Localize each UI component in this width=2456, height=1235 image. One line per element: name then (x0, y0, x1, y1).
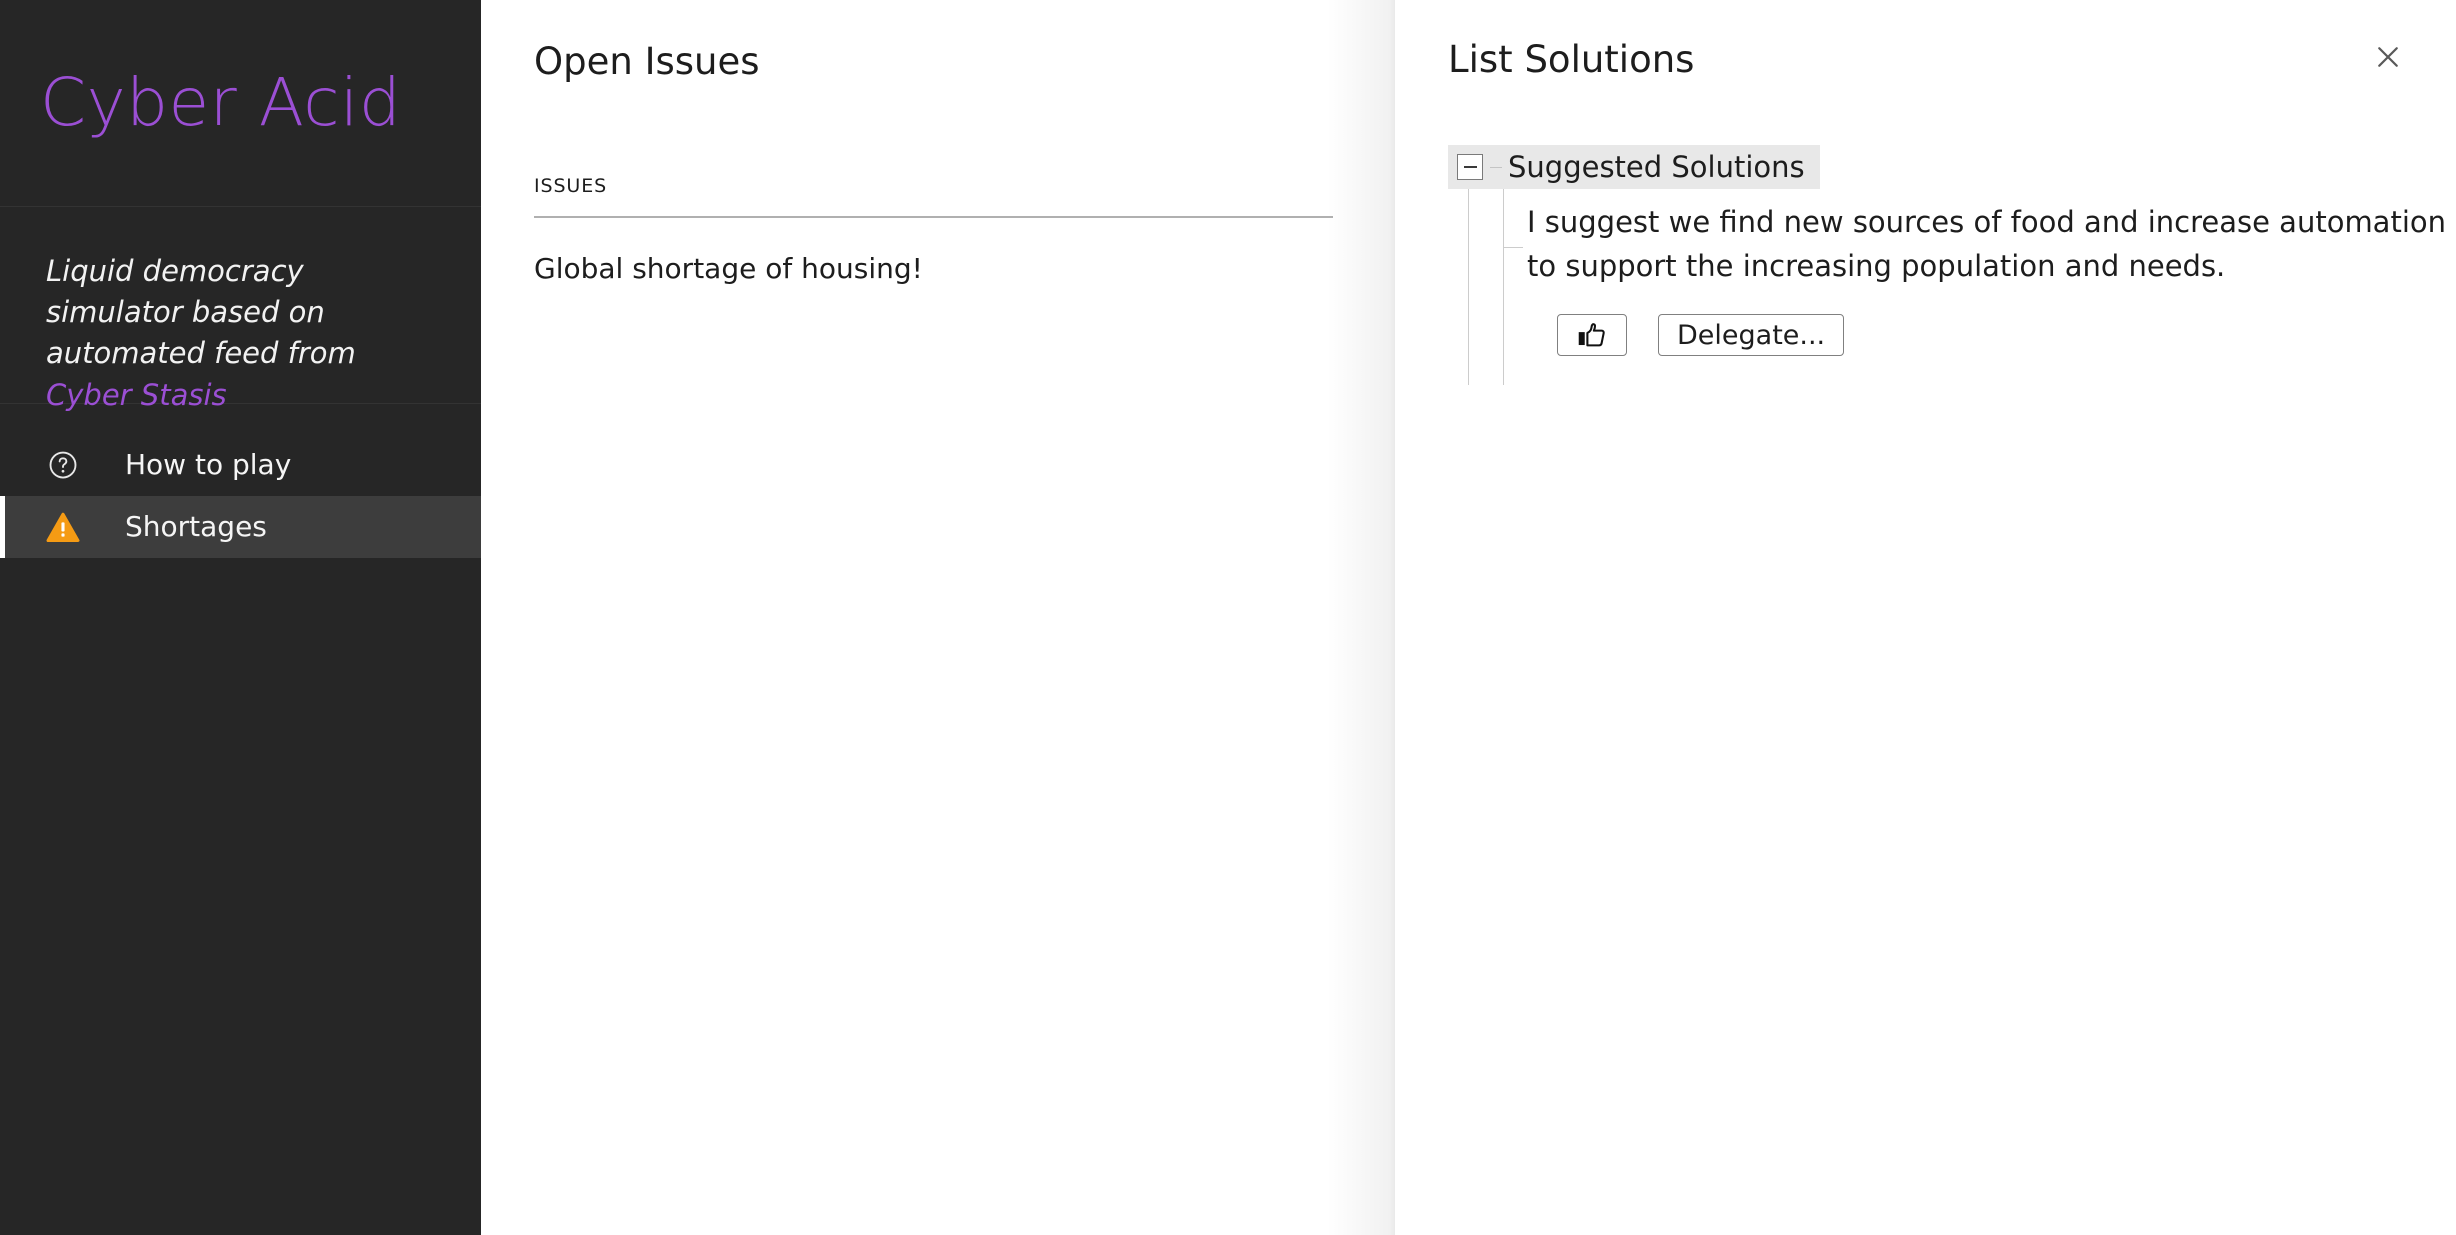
brand-block: Cyber Acid (0, 0, 481, 207)
minus-box-icon[interactable] (1457, 154, 1483, 180)
solution-text: I suggest we find new sources of food an… (1527, 205, 2447, 283)
tree-trunk-line (1468, 189, 1469, 385)
tagline-block: Liquid democracy simulator based on auto… (0, 207, 481, 412)
question-circle-icon (41, 450, 85, 480)
sidebar-item-shortages[interactable]: Shortages (0, 496, 481, 558)
app-logo-title: Cyber Acid (40, 64, 402, 141)
sidebar-item-label: Shortages (125, 510, 267, 543)
close-panel-button[interactable] (2366, 35, 2410, 79)
solution-actions: Delegate... (1557, 314, 2456, 356)
sidebar-nav: How to play Shortages (0, 404, 481, 558)
sidebar-item-how-to-play[interactable]: How to play (0, 434, 481, 496)
app-root: Cyber Acid Liquid democracy simulator ba… (0, 0, 2456, 1235)
tree-node-label: Suggested Solutions (1508, 149, 1805, 184)
cyber-stasis-link[interactable]: Cyber Stasis (46, 378, 227, 412)
minus-bar (1463, 166, 1477, 168)
thumbs-up-icon (1578, 323, 1605, 347)
tree-child-line (1503, 189, 1504, 385)
issues-table: ISSUES Global shortage of housing! (534, 175, 1395, 285)
close-icon (2378, 47, 2398, 67)
open-issues-panel: Open Issues ISSUES Global shortage of ho… (481, 0, 1395, 1235)
delegate-button[interactable]: Delegate... (1658, 314, 1845, 356)
tree-children: I suggest we find new sources of food an… (1448, 189, 2456, 399)
solution-item: I suggest we find new sources of food an… (1492, 201, 2456, 356)
list-solutions-panel: List Solutions Suggested Solutions I sug… (1395, 0, 2456, 1235)
solutions-tree: Suggested Solutions I suggest we find ne… (1448, 145, 2456, 399)
tagline-text: Liquid democracy simulator based on auto… (46, 251, 437, 416)
upvote-button[interactable] (1557, 314, 1627, 356)
panel-title: List Solutions (1448, 38, 1695, 81)
sidebar-item-label: How to play (125, 448, 292, 481)
tree-node-suggested-solutions[interactable]: Suggested Solutions (1448, 145, 1820, 189)
warning-triangle-icon (41, 512, 85, 543)
solutions-panel-header: List Solutions (1448, 0, 2456, 79)
tree-connector-stub (1490, 166, 1502, 168)
page-title: Open Issues (534, 40, 760, 83)
table-row[interactable]: Global shortage of housing! (534, 218, 1333, 285)
sidebar: Cyber Acid Liquid democracy simulator ba… (0, 0, 481, 1235)
tree-branch-connector (1504, 247, 1523, 248)
issues-table-header: ISSUES (534, 175, 1333, 218)
tagline-prefix: Liquid democracy simulator based on auto… (46, 254, 356, 371)
